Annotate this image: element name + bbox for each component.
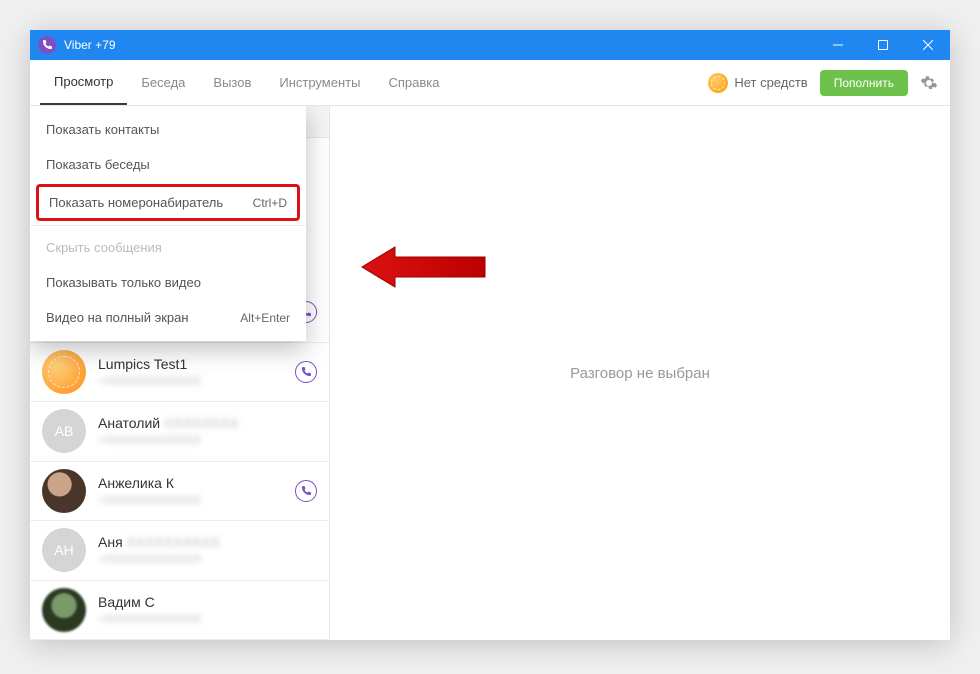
menu-view[interactable]: Просмотр: [40, 60, 127, 105]
settings-button[interactable]: [918, 72, 940, 94]
contact-info: Lumpics Test1 +XXXXXXXXXXXX: [98, 356, 283, 388]
contact-row[interactable]: Вадим С +XXXXXXXXXXXX: [30, 581, 329, 640]
contact-phone: +XXXXXXXXXXXX: [98, 433, 317, 447]
balance-indicator[interactable]: Нет средств: [708, 73, 807, 93]
dd-separator: [30, 225, 306, 226]
dd-fullscreen-video[interactable]: Видео на полный экран Alt+Enter: [30, 300, 306, 335]
topup-button[interactable]: Пополнить: [820, 70, 908, 96]
avatar: [42, 588, 86, 632]
topup-label: Пополнить: [834, 76, 894, 90]
contact-row[interactable]: АВ Анатолий XXXXXXXX +XXXXXXXXXXXX: [30, 402, 329, 461]
contact-name: Анатолий XXXXXXXX: [98, 415, 317, 431]
contact-info: Вадим С +XXXXXXXXXXXX: [98, 594, 317, 626]
dd-shortcut: Alt+Enter: [240, 311, 290, 325]
contact-info: Аня XXXXXXXXXX +XXXXXXXXXXXX: [98, 534, 317, 566]
conversation-pane: Разговор не выбран: [330, 106, 950, 640]
contact-phone: +XXXXXXXXXXXX: [98, 374, 283, 388]
window-title: Viber +79: [64, 38, 815, 52]
avatar: АН: [42, 528, 86, 572]
menu-call[interactable]: Вызов: [199, 60, 265, 105]
contact-name: Анжелика К: [98, 475, 283, 491]
viber-out-icon: [708, 73, 728, 93]
menu-tools-label: Инструменты: [279, 75, 360, 90]
avatar-initials: АВ: [55, 423, 74, 439]
viber-badge-icon: [295, 361, 317, 383]
avatar: АВ: [42, 409, 86, 453]
contact-phone: +XXXXXXXXXXXX: [98, 612, 317, 626]
viber-logo-icon: [38, 36, 56, 54]
contact-name: Lumpics Test1: [98, 356, 283, 372]
dd-label: Показать беседы: [46, 157, 150, 172]
avatar: [42, 350, 86, 394]
close-button[interactable]: [905, 30, 950, 60]
dd-shortcut: Ctrl+D: [253, 196, 287, 210]
dd-label: Скрыть сообщения: [46, 240, 162, 255]
gear-icon: [920, 74, 938, 92]
dd-label: Показать контакты: [46, 122, 159, 137]
empty-state-text: Разговор не выбран: [570, 365, 710, 382]
contact-phone: +XXXXXXXXXXXX: [98, 552, 317, 566]
menu-help[interactable]: Справка: [374, 60, 453, 105]
menu-view-label: Просмотр: [54, 74, 113, 89]
dd-show-dialer[interactable]: Показать номеронабиратель Ctrl+D: [36, 184, 300, 221]
menu-chat-label: Беседа: [141, 75, 185, 90]
dd-show-chats[interactable]: Показать беседы: [30, 147, 306, 182]
dd-hide-messages: Скрыть сообщения: [30, 230, 306, 265]
dd-label: Показывать только видео: [46, 275, 201, 290]
avatar: [42, 469, 86, 513]
contact-phone: +XXXXXXXXXXXX: [98, 493, 283, 507]
app-body: Показать контакты Показать беседы Показа…: [30, 106, 950, 640]
dd-label: Показать номеронабиратель: [49, 195, 223, 210]
maximize-button[interactable]: [860, 30, 905, 60]
balance-label: Нет средств: [734, 75, 807, 90]
menu-call-label: Вызов: [213, 75, 251, 90]
contact-info: Анжелика К +XXXXXXXXXXXX: [98, 475, 283, 507]
contact-name: Аня XXXXXXXXXX: [98, 534, 317, 550]
contact-name: Вадим С: [98, 594, 317, 610]
titlebar: Viber +79: [30, 30, 950, 60]
menu-tools[interactable]: Инструменты: [265, 60, 374, 105]
avatar-initials: АН: [54, 542, 73, 558]
menu-bar: Просмотр Беседа Вызов Инструменты Справк…: [30, 60, 950, 106]
menu-chat[interactable]: Беседа: [127, 60, 199, 105]
dd-video-only[interactable]: Показывать только видео: [30, 265, 306, 300]
contact-row[interactable]: Lumpics Test1 +XXXXXXXXXXXX: [30, 343, 329, 402]
viber-badge-icon: [295, 480, 317, 502]
menu-help-label: Справка: [388, 75, 439, 90]
dd-label: Видео на полный экран: [46, 310, 189, 325]
window-controls: [815, 30, 950, 60]
app-window: Viber +79 Просмотр Беседа Вызов Инструме…: [30, 30, 950, 640]
contact-row[interactable]: АН Аня XXXXXXXXXX +XXXXXXXXXXXX: [30, 521, 329, 580]
dd-show-contacts[interactable]: Показать контакты: [30, 112, 306, 147]
minimize-button[interactable]: [815, 30, 860, 60]
contact-row[interactable]: Анжелика К +XXXXXXXXXXXX: [30, 462, 329, 521]
view-menu-dropdown: Показать контакты Показать беседы Показа…: [30, 106, 306, 341]
contact-info: Анатолий XXXXXXXX +XXXXXXXXXXXX: [98, 415, 317, 447]
